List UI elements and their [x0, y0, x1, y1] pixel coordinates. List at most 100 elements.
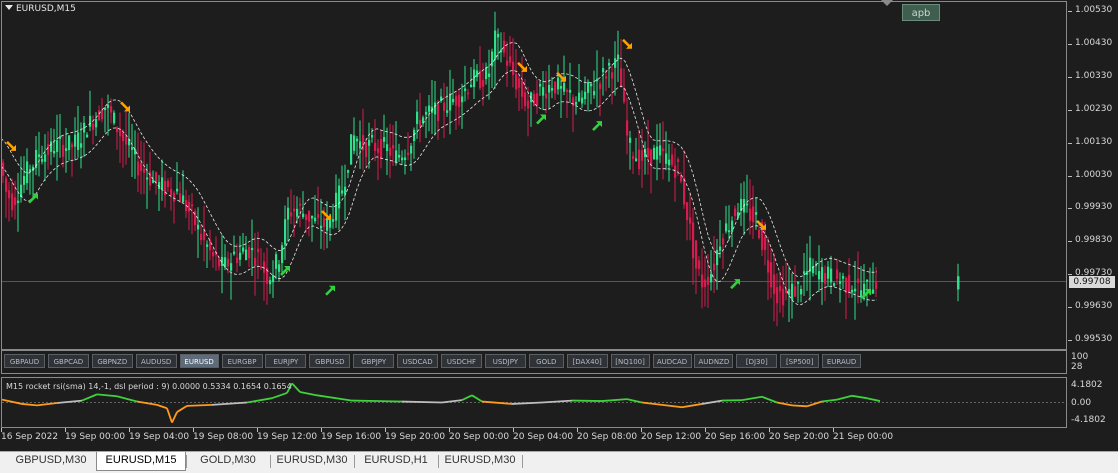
indicator-line-segment [291, 382, 301, 393]
symbol-button-gold[interactable]: GOLD [528, 354, 564, 368]
tab-separator [522, 455, 523, 468]
indicator-line-segment [741, 395, 763, 401]
chart-tab-2[interactable]: EURUSD,M15 [96, 452, 186, 471]
price-tick [1068, 109, 1072, 111]
indicator-scale-bottom: -4.1802 [1071, 415, 1106, 425]
symbol-button-gbpcad[interactable]: GBPCAD [47, 354, 89, 368]
price-tick [1068, 10, 1072, 12]
time-label: 19 Sep 16:00 [321, 432, 382, 442]
symbol-title-text: EURUSD,M15 [16, 4, 76, 14]
chart-tab-1[interactable]: GBPUSD,M30 [6, 452, 96, 471]
price-label: 0.99830 [1075, 235, 1113, 246]
indicator-line-segment [776, 401, 793, 407]
time-label: 20 Sep 00:00 [449, 432, 510, 442]
indicator-line-segment [471, 394, 483, 403]
price-tick [1068, 142, 1072, 144]
price-axis[interactable]: 1.00530 1.00430 1.00330 1.00230 1.00130 1.000… [1068, 0, 1118, 351]
indicator-line-segment [836, 394, 853, 401]
indicator-line-segment [2, 398, 23, 405]
indicator-line-segment [166, 407, 173, 423]
symbol-button-audnzd[interactable]: AUDNZD [694, 354, 734, 368]
indicator-line-segment [211, 401, 248, 406]
apb-button[interactable]: apb [902, 4, 940, 21]
indicator-line-segment [866, 397, 881, 402]
current-price-label: 0.99708 [1069, 275, 1115, 288]
time-label: 19 Sep 04:00 [129, 432, 190, 442]
price-label: 1.00030 [1075, 169, 1113, 180]
chart-tab-4[interactable]: EURUSD,M30 [270, 452, 354, 471]
chart-tab-5[interactable]: EURUSD,H1 [354, 452, 438, 471]
indicator-line-segment [481, 400, 513, 405]
time-label: 20 Sep 08:00 [577, 432, 638, 442]
price-tick [1068, 340, 1072, 342]
symbol-button-usdchf[interactable]: USDCHF [441, 354, 482, 368]
symbol-button-usdjpy[interactable]: USDJPY [484, 354, 526, 368]
indicator-scale-zero: 0.00 [1071, 398, 1092, 408]
indicator-line-segment [36, 402, 58, 407]
symbol-button-gbpaud[interactable]: GBPAUD [4, 354, 45, 368]
symbol-button-gbpusd[interactable]: GBPUSD [309, 354, 351, 368]
price-label: 1.00430 [1075, 37, 1113, 48]
time-label: 20 Sep 20:00 [769, 432, 830, 442]
price-label: 0.99630 [1075, 301, 1113, 312]
symbol-button-dj30[interactable]: [DJ30] [736, 354, 778, 368]
time-label: 21 Sep 00:00 [833, 432, 894, 442]
chart-shift-marker-icon[interactable] [881, 0, 893, 6]
price-tick [1068, 175, 1072, 177]
symbol-button-eurgbp[interactable]: EURGBP [221, 354, 263, 368]
symbol-button-dax40[interactable]: [DAX40] [566, 354, 608, 368]
chart-tab-6[interactable]: EURUSD,M30 [438, 452, 522, 471]
indicator-line-segment [186, 403, 213, 407]
symbol-button-eurusd[interactable]: EURUSD [179, 354, 219, 368]
time-label: 19 Sep 20:00 [385, 432, 446, 442]
indicator-line-segment [81, 393, 98, 402]
chart-area[interactable]: EURUSD,M15 apb 1.00530 1.00430 1.00330 1.00… [0, 0, 1118, 451]
indicator-line-segment [96, 393, 118, 398]
indicator-line-segment [299, 391, 318, 397]
price-label: 0.99530 [1075, 334, 1113, 345]
symbol-button-sp500[interactable]: [SP500] [780, 354, 820, 368]
indicator-line-segment [791, 404, 808, 408]
symbol-button-bar: GBPAUD GBPCAD GBPNZD AUDUSD EURUSD EURGBP EURJ… [1, 350, 1067, 374]
indicator-line-segment [271, 392, 288, 400]
time-label: 20 Sep 04:00 [513, 432, 574, 442]
indicator-line-segment [441, 399, 463, 404]
symbol-button-gbpnzd[interactable]: GBPNZD [91, 354, 133, 368]
indicator-line-segment [661, 403, 683, 409]
indicator-line-segment [21, 403, 38, 407]
price-tick [1068, 307, 1072, 309]
indicator-line-segment [156, 404, 168, 410]
symbol-title[interactable]: EURUSD,M15 [5, 4, 76, 14]
price-tick [1068, 43, 1072, 45]
chart-tab-3[interactable]: GOLD,M30 [186, 452, 270, 471]
time-label: 19 Sep 12:00 [257, 432, 318, 442]
indicator-line-segment [116, 395, 138, 403]
price-label: 1.00130 [1075, 136, 1113, 147]
dropdown-triangle-icon [5, 5, 13, 10]
indicator-line-segment [351, 399, 403, 403]
symbol-button-eurjpy[interactable]: EURJPY [265, 354, 307, 368]
indicator-line-segment [851, 394, 868, 400]
time-label: 16 Sep 2022 [1, 432, 59, 442]
time-axis[interactable]: 16 Sep 2022 19 Sep 00:00 19 Sep 04:00 19 Se… [0, 428, 1068, 448]
indicator-axis: 4.1802 0.00 -4.1802 [1068, 377, 1118, 428]
indicator-line-segment [601, 398, 628, 402]
price-label: 1.00330 [1075, 70, 1113, 81]
time-label: 20 Sep 16:00 [705, 432, 766, 442]
symbol-button-gbpjpy[interactable]: GBPJPY [353, 354, 395, 368]
symbol-button-audcad[interactable]: AUDCAD [652, 354, 692, 368]
symbol-button-audusd[interactable]: AUDUSD [135, 354, 177, 368]
price-tick [1068, 208, 1072, 210]
symbol-button-usdcad[interactable]: USDCAD [397, 354, 439, 368]
indicator-line-segment [681, 403, 703, 409]
indicator-line-segment [136, 400, 158, 406]
time-label: 19 Sep 00:00 [65, 432, 126, 442]
symbol-button-euraud[interactable]: EURAUD [822, 354, 862, 368]
chart-tab-strip: GBPUSD,M30 EURUSD,M15 GOLD,M30 EURUSD,M30 EU… [0, 451, 1118, 473]
indicator-line-segment [511, 401, 543, 405]
symbol-button-nq100[interactable]: [NQ100] [610, 354, 650, 368]
indicator-line-segment [461, 394, 473, 401]
indicator-pane[interactable]: M15 rocket rsi(sma) 14,-1, dsl period : … [1, 377, 1067, 428]
price-tick [1068, 241, 1072, 243]
indicator-line-segment [171, 411, 178, 423]
